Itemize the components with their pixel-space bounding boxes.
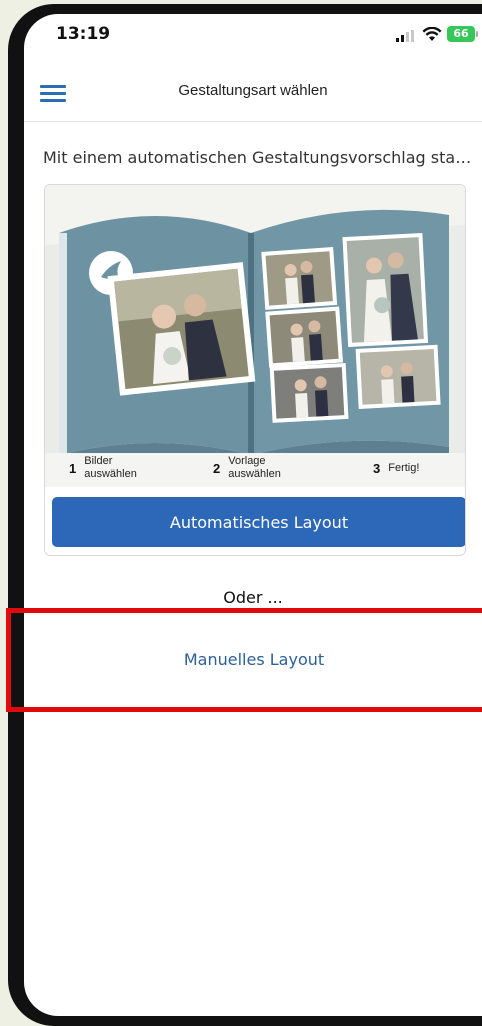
automatic-layout-card: 1 Bilder auswählen 2 Vorlage auswählen 3… (44, 184, 466, 556)
steps-bar: 1 Bilder auswählen 2 Vorlage auswählen 3… (45, 453, 465, 487)
device-background: 13:19 66 Gestaltungsart wählen Mit einem… (0, 0, 482, 1026)
battery-tip (476, 31, 478, 37)
step-label: Vorlage auswählen (228, 455, 281, 480)
step-3: 3 Fertig! (373, 461, 452, 476)
app-header: Gestaltungsart wählen (24, 68, 482, 122)
wifi-icon (422, 27, 442, 41)
page-title: Gestaltungsart wählen (178, 82, 328, 99)
intro-text: Mit einem automatischen Gestaltungsvorsc… (43, 148, 475, 167)
app-screen: 13:19 66 Gestaltungsart wählen Mit einem… (24, 14, 482, 1016)
step-number: 2 (213, 460, 221, 476)
cellular-signal-icon (396, 30, 414, 42)
battery-icon: 66 (447, 26, 475, 42)
status-time: 13:19 (56, 24, 111, 44)
step-number: 1 (69, 460, 77, 476)
highlight-box (6, 608, 482, 712)
step-number: 3 (373, 461, 381, 476)
photo-book-illustration (45, 185, 465, 477)
status-bar: 13:19 66 (24, 14, 482, 58)
step-2: 2 Vorlage auswählen (213, 455, 292, 481)
or-separator-text: Oder ... (223, 588, 283, 607)
step-label: Fertig! (388, 462, 420, 474)
step-1: 1 Bilder auswählen (69, 455, 148, 481)
automatic-layout-button[interactable]: Automatisches Layout (52, 497, 465, 547)
step-label: Bilder auswählen (84, 455, 137, 480)
